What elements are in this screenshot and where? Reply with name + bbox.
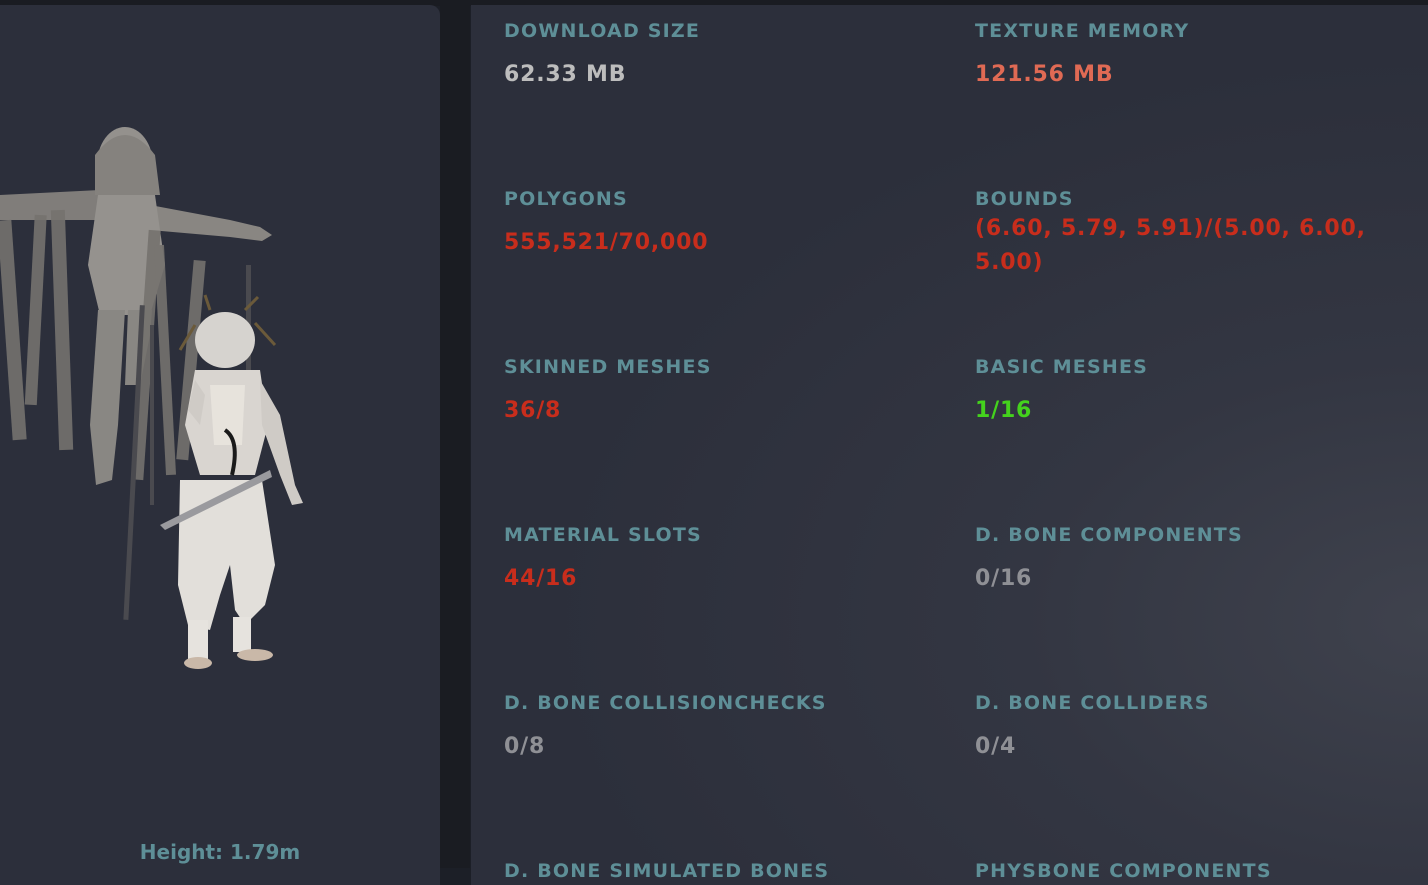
stat-polygons: POLYGONS 555,521/70,000 [504, 188, 924, 256]
stat-value: 62.33 MB [504, 62, 627, 87]
stat-value: 36/8 [504, 398, 562, 423]
stat-dbone-collisionchecks: D. BONE COLLISIONCHECKS 0/8 [504, 692, 924, 760]
performance-stats-panel: DOWNLOAD SIZE 62.33 MB TEXTURE MEMORY 12… [471, 5, 1428, 885]
stat-material-slots: MATERIAL SLOTS 44/16 [504, 524, 924, 592]
stat-label: MATERIAL SLOTS [504, 524, 702, 546]
stat-physbone-components: PHYSBONE COMPONENTS [975, 860, 1395, 882]
stat-label: D. BONE SIMULATED BONES [504, 860, 830, 882]
stat-dbone-components: D. BONE COMPONENTS 0/16 [975, 524, 1395, 592]
avatar-preview-image[interactable] [0, 5, 440, 825]
stat-label: D. BONE COLLIDERS [975, 692, 1210, 714]
stat-dbone-simulated-bones: D. BONE SIMULATED BONES [504, 860, 924, 882]
stat-value: 121.56 MB [975, 62, 1114, 87]
stat-texture-memory: TEXTURE MEMORY 121.56 MB [975, 20, 1395, 88]
stat-label: D. BONE COLLISIONCHECKS [504, 692, 827, 714]
stat-bounds: BOUNDS (6.60, 5.79, 5.91)/(5.00, 6.00, 5… [975, 188, 1385, 280]
stat-value: 1/16 [975, 398, 1033, 423]
stat-label: TEXTURE MEMORY [975, 20, 1190, 42]
stat-value: 0/16 [975, 566, 1033, 591]
stat-label: DOWNLOAD SIZE [504, 20, 701, 42]
avatar-height-label: Height: 1.79m [139, 840, 301, 864]
stat-dbone-colliders: D. BONE COLLIDERS 0/4 [975, 692, 1395, 760]
stat-value: 0/8 [504, 734, 546, 759]
stat-label: SKINNED MESHES [504, 356, 712, 378]
stat-label: D. BONE COMPONENTS [975, 524, 1243, 546]
stat-skinned-meshes: SKINNED MESHES 36/8 [504, 356, 924, 424]
stat-label: BASIC MESHES [975, 356, 1149, 378]
stat-value: 555,521/70,000 [504, 230, 709, 255]
panel-divider [440, 0, 470, 868]
stat-download-size: DOWNLOAD SIZE 62.33 MB [504, 20, 924, 88]
stat-label: POLYGONS [504, 188, 628, 210]
stat-label: BOUNDS [975, 188, 1074, 210]
stat-value: 44/16 [504, 566, 578, 591]
stat-value: 0/4 [975, 734, 1017, 759]
avatar-preview-panel: Height: 1.79m [0, 5, 440, 885]
stat-label: PHYSBONE COMPONENTS [975, 860, 1272, 882]
stat-basic-meshes: BASIC MESHES 1/16 [975, 356, 1395, 424]
stat-value: (6.60, 5.79, 5.91)/(5.00, 6.00, 5.00) [975, 216, 1366, 275]
